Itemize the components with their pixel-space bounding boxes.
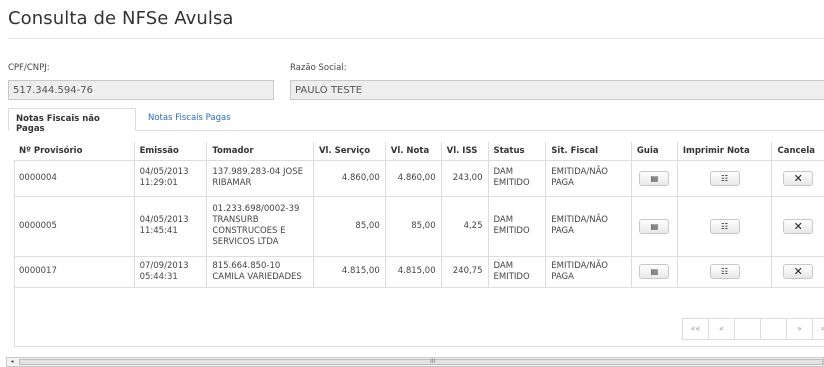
cell-vl-servico: 4.860,00	[312, 159, 386, 197]
document-icon[interactable]: ☷	[709, 170, 740, 186]
invoice-table: Nº Provisório Emissão Tomador Vl. Serviç…	[14, 142, 824, 288]
col-vl-iss[interactable]: Vl. ISS	[440, 142, 489, 161]
horizontal-scrollbar[interactable]: ◂ III	[6, 357, 824, 367]
cell-vl-nota: 4.860,00	[384, 159, 442, 197]
cell-sit-fiscal: EMITIDA/NÃO PAGA	[545, 159, 632, 197]
table-row[interactable]: 0000004 04/05/2013 11:29:01 137.989.283-…	[14, 159, 824, 197]
cpf-field[interactable]: 517.344.594-76	[8, 80, 274, 100]
close-icon[interactable]: ✕	[783, 218, 814, 234]
close-icon[interactable]: ✕	[783, 264, 814, 279]
close-icon[interactable]: ✕	[783, 170, 814, 186]
cell-provisorio: 0000004	[14, 159, 135, 197]
cell-vl-nota: 85,00	[384, 195, 442, 257]
cell-vl-nota: 4.815,00	[384, 255, 442, 288]
cell-tomador: 01.233.698/0002-39 TRANSURB CONSTRUCOES …	[206, 195, 314, 257]
scrollbar-grip-icon: III	[430, 358, 436, 365]
col-guia: Guia	[630, 142, 678, 161]
cell-vl-iss: 243,00	[440, 159, 489, 197]
cell-imprimir: ☷	[676, 159, 773, 197]
cell-provisorio: 0000017	[14, 255, 135, 288]
cell-guia: ▤	[630, 159, 678, 197]
page-title: Consulta de NFSe Avulsa	[8, 8, 234, 29]
title-divider	[8, 38, 824, 39]
cell-status: DAM EMITIDO	[487, 159, 547, 197]
cell-vl-iss: 240,75	[440, 255, 489, 288]
cell-status: DAM EMITIDO	[487, 195, 547, 257]
cell-tomador: 815.664.850-10 CAMILA VARIEDADES	[206, 255, 314, 288]
cell-cancela: ✕	[771, 255, 824, 288]
printer-icon[interactable]: ▤	[639, 218, 670, 234]
col-status[interactable]: Status	[487, 142, 547, 161]
pagination: «« « » »»	[682, 318, 824, 340]
document-icon[interactable]: ☷	[709, 264, 740, 279]
col-vl-servico[interactable]: Vl. Serviço	[312, 142, 386, 161]
cell-vl-iss: 4,25	[440, 195, 489, 257]
tab-notas-nao-pagas[interactable]: Notas Fiscais não Pagas	[8, 108, 136, 134]
scrollbar-thumb[interactable]: III	[19, 358, 823, 365]
col-emissao[interactable]: Emissão	[133, 142, 208, 161]
col-vl-nota[interactable]: Vl. Nota	[384, 142, 442, 161]
pager-prev-button[interactable]: «	[708, 318, 735, 340]
cell-emissao: 07/09/2013 05:44:31	[133, 255, 208, 288]
razao-social-label: Razão Social:	[290, 63, 347, 73]
cpf-label: CPF/CNPJ:	[8, 63, 50, 73]
pager-first-button[interactable]: ««	[682, 318, 709, 340]
printer-icon[interactable]: ▤	[639, 264, 670, 279]
cell-provisorio: 0000005	[14, 195, 135, 257]
cell-imprimir: ☷	[676, 195, 773, 257]
cell-vl-servico: 85,00	[312, 195, 386, 257]
cell-guia: ▤	[630, 255, 678, 288]
cell-cancela: ✕	[771, 195, 824, 257]
cell-cancela: ✕	[771, 159, 824, 197]
printer-icon[interactable]: ▤	[639, 170, 670, 186]
cell-emissao: 04/05/2013 11:29:01	[133, 159, 208, 197]
scroll-left-icon[interactable]: ◂	[7, 358, 17, 366]
cell-imprimir: ☷	[676, 255, 773, 288]
pager-page-slot[interactable]	[734, 318, 761, 340]
tab-notas-pagas[interactable]: Notas Fiscais Pagas	[141, 108, 241, 131]
razao-social-field[interactable]: PAULO TESTE	[290, 80, 824, 100]
cell-sit-fiscal: EMITIDA/NÃO PAGA	[545, 255, 632, 288]
pager-page-slot[interactable]	[760, 318, 787, 340]
table-row[interactable]: 0000005 04/05/2013 11:45:41 01.233.698/0…	[14, 195, 824, 257]
cell-emissao: 04/05/2013 11:45:41	[133, 195, 208, 257]
table-row[interactable]: 0000017 07/09/2013 05:44:31 815.664.850-…	[14, 255, 824, 288]
col-sit-fiscal[interactable]: Sit. Fiscal	[545, 142, 632, 161]
cell-tomador: 137.989.283-04 JOSE RIBAMAR	[206, 159, 314, 197]
cell-status: DAM EMITIDO	[487, 255, 547, 288]
pager-last-button[interactable]: »»	[812, 318, 824, 340]
document-icon[interactable]: ☷	[709, 218, 740, 234]
col-cancela: Cancela	[771, 142, 824, 161]
cell-sit-fiscal: EMITIDA/NÃO PAGA	[545, 195, 632, 257]
pager-next-button[interactable]: »	[786, 318, 813, 340]
table-header-row: Nº Provisório Emissão Tomador Vl. Serviç…	[14, 142, 824, 161]
cell-vl-servico: 4.815,00	[312, 255, 386, 288]
cell-guia: ▤	[630, 195, 678, 257]
col-tomador[interactable]: Tomador	[206, 142, 314, 161]
col-imprimir-nota: Imprimir Nota	[676, 142, 773, 161]
col-provisorio[interactable]: Nº Provisório	[14, 142, 135, 161]
